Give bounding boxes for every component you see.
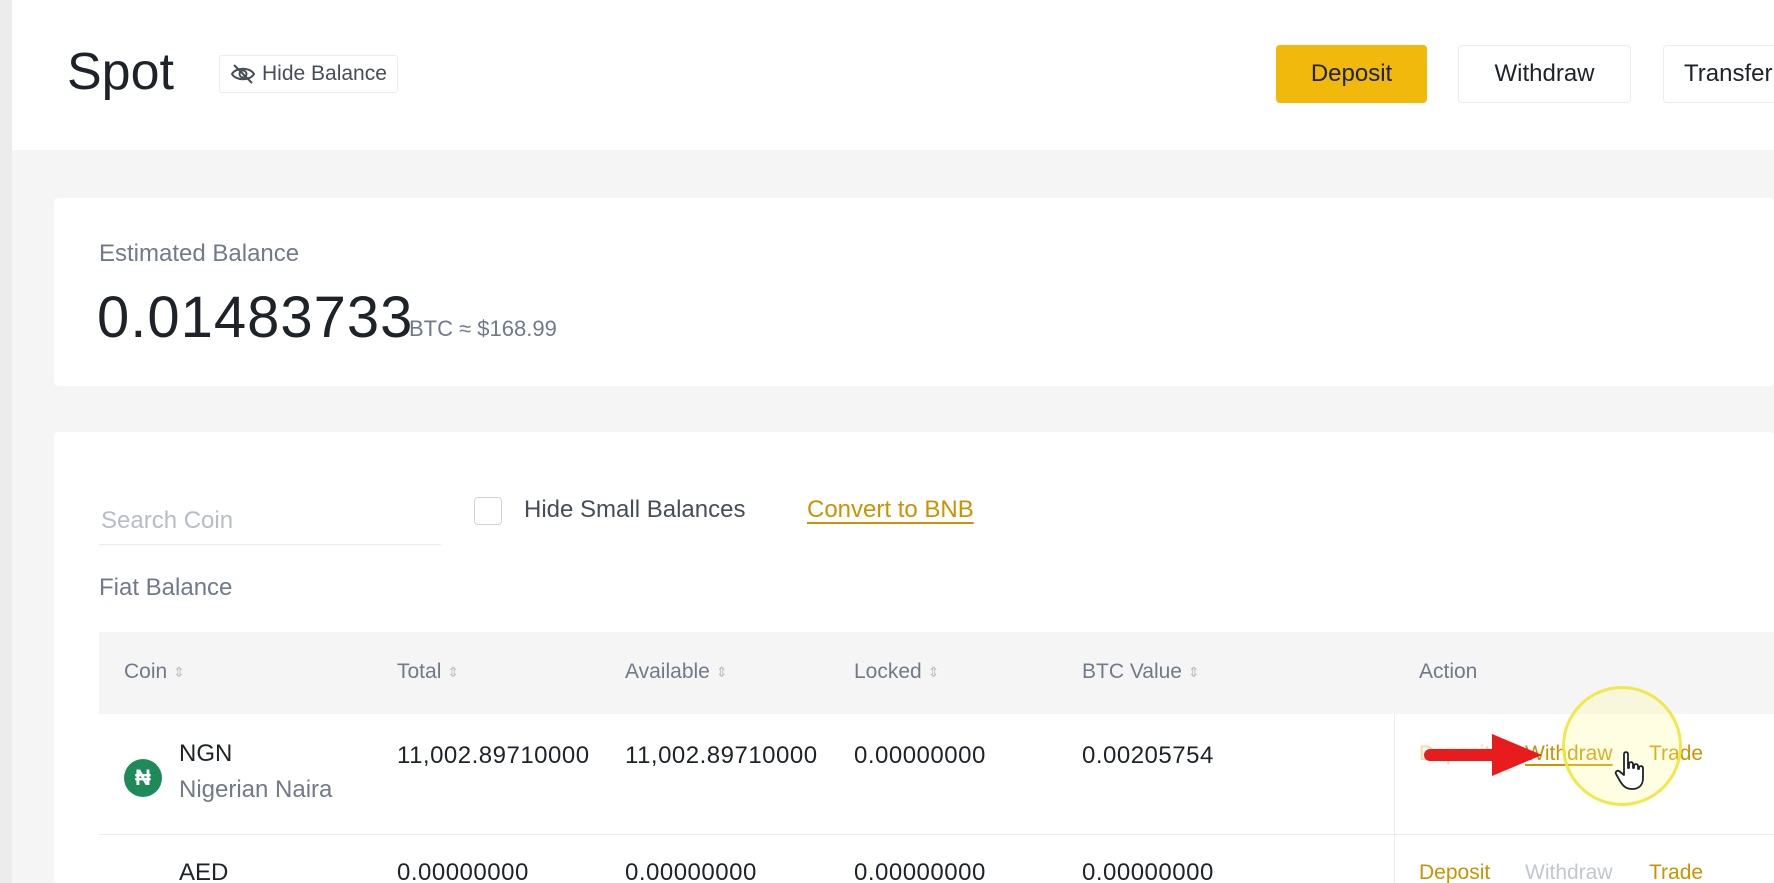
sort-icon: ⇕ [173, 664, 185, 680]
deposit-action-link[interactable]: Deposit [1419, 861, 1490, 883]
locked-cell: 0.00000000 [854, 859, 986, 883]
column-header-action: Action [1419, 660, 1478, 683]
hide-balance-button[interactable]: Hide Balance [219, 55, 398, 93]
estimated-balance-value: 0.01483733 [97, 285, 414, 350]
btc-value-cell: 0.00000000 [1082, 859, 1214, 883]
hide-balance-label: Hide Balance [262, 62, 387, 85]
header-bar: Spot Hide Balance Deposit Withdraw Trans… [12, 0, 1774, 150]
total-cell: 11,002.89710000 [397, 742, 590, 769]
column-header-btc-value[interactable]: BTC Value ⇕ [1082, 660, 1200, 684]
balances-card: Hide Small Balances Convert to BNB Fiat … [54, 432, 1774, 883]
left-edge-strip [0, 0, 12, 883]
sort-icon: ⇕ [1188, 664, 1200, 680]
column-header-total[interactable]: Total ⇕ [397, 660, 459, 684]
sort-icon: ⇕ [715, 664, 728, 680]
column-header-coin[interactable]: Coin ⇕ [124, 660, 185, 684]
convert-to-bnb-link[interactable]: Convert to BNB [807, 496, 974, 524]
sort-icon: ⇕ [447, 664, 460, 680]
spot-wallet-page: Spot Hide Balance Deposit Withdraw Trans… [0, 0, 1774, 883]
available-cell: 0.00000000 [625, 859, 757, 883]
sort-icon: ⇕ [927, 664, 940, 680]
hand-pointer-cursor-icon [1614, 751, 1644, 790]
available-cell: 11,002.89710000 [625, 742, 818, 769]
column-header-available[interactable]: Available ⇕ [625, 660, 728, 684]
page-title: Spot [67, 43, 174, 101]
red-arrow-annotation-icon [1424, 734, 1542, 776]
trade-action-link[interactable]: Trade [1649, 861, 1703, 883]
hide-small-balances-label[interactable]: Hide Small Balances [524, 496, 745, 524]
coin-symbol: NGN [179, 740, 233, 767]
hide-small-balances-checkbox[interactable] [474, 497, 502, 525]
estimated-balance-fiat: BTC ≈ $168.99 [409, 316, 557, 341]
transfer-button[interactable]: Transfer [1663, 45, 1774, 103]
withdraw-action-link[interactable]: Withdraw [1525, 861, 1613, 883]
eye-slash-icon [230, 64, 256, 84]
naira-coin-icon: ₦ [124, 759, 162, 797]
coin-symbol: AED [179, 859, 229, 883]
total-cell: 0.00000000 [397, 859, 529, 883]
locked-cell: 0.00000000 [854, 742, 986, 769]
balance-card: Estimated Balance 0.01483733 BTC ≈ $168.… [54, 198, 1774, 386]
withdraw-button[interactable]: Withdraw [1458, 45, 1631, 103]
btc-value-cell: 0.00205754 [1082, 742, 1214, 769]
coin-name: Nigerian Naira [179, 776, 333, 803]
table-row: AED 0.00000000 0.00000000 0.00000000 0.0… [99, 835, 1774, 883]
deposit-button[interactable]: Deposit [1276, 45, 1427, 103]
fiat-balance-heading: Fiat Balance [99, 574, 233, 601]
table-header: Coin ⇕ Total ⇕ Available ⇕ Locked ⇕ BTC … [99, 632, 1774, 714]
column-header-locked[interactable]: Locked ⇕ [854, 660, 939, 684]
estimated-balance-label: Estimated Balance [99, 240, 300, 267]
search-coin-input[interactable] [99, 498, 441, 545]
